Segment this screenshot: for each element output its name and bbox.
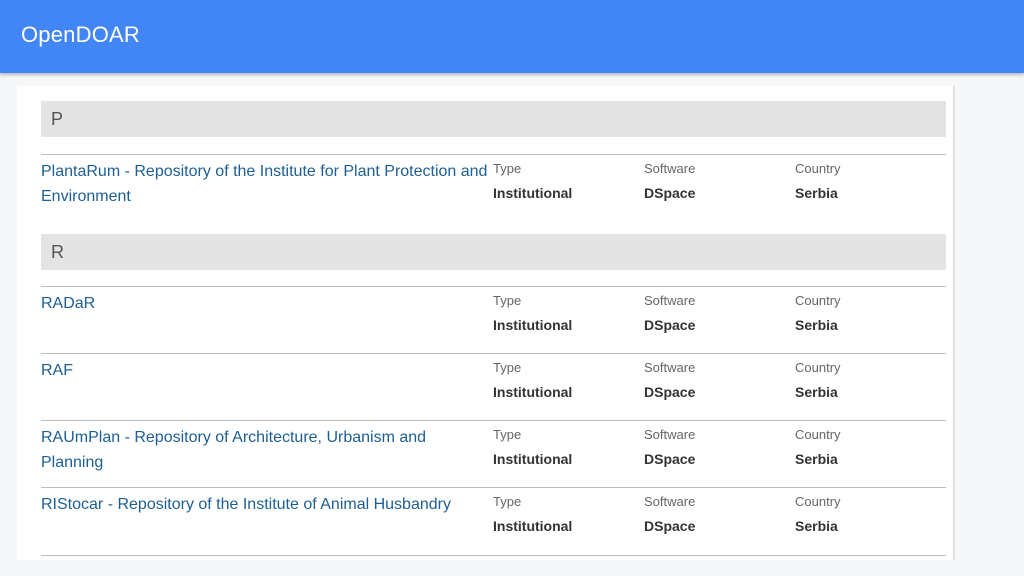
- type-label: Type: [493, 494, 522, 509]
- app-title[interactable]: OpenDOAR: [21, 22, 140, 48]
- section-header-r: R: [41, 234, 946, 270]
- type-value: Institutional: [493, 185, 573, 201]
- software-value: DSpace: [644, 317, 696, 333]
- app-header: OpenDOAR: [0, 0, 1024, 73]
- type-value: Institutional: [493, 384, 573, 400]
- country-label: Country: [795, 293, 841, 308]
- country-label: Country: [795, 161, 841, 176]
- software-value: DSpace: [644, 518, 696, 534]
- software-label: Software: [644, 161, 696, 176]
- country-value: Serbia: [795, 185, 838, 201]
- software-label: Software: [644, 360, 696, 375]
- type-value: Institutional: [493, 518, 573, 534]
- list-item: RIStocar - Repository of the Institute o…: [41, 487, 946, 556]
- repository-link[interactable]: RAF: [41, 358, 491, 383]
- repository-link[interactable]: RADaR: [41, 291, 491, 316]
- country-label: Country: [795, 494, 841, 509]
- type-label: Type: [493, 293, 522, 308]
- repository-link[interactable]: RIStocar - Repository of the Institute o…: [41, 492, 491, 517]
- country-value: Serbia: [795, 518, 838, 534]
- list-item: RAF Type Software Country Institutional …: [41, 353, 946, 421]
- country-value: Serbia: [795, 317, 838, 333]
- software-label: Software: [644, 293, 696, 308]
- section-header-p: P: [41, 101, 946, 137]
- software-label: Software: [644, 427, 696, 442]
- list-item: RAUmPlan - Repository of Architecture, U…: [41, 420, 946, 488]
- country-value: Serbia: [795, 451, 838, 467]
- country-value: Serbia: [795, 384, 838, 400]
- repository-link[interactable]: RAUmPlan - Repository of Architecture, U…: [41, 425, 491, 475]
- section-letter: P: [51, 109, 64, 129]
- software-value: DSpace: [644, 185, 696, 201]
- country-label: Country: [795, 360, 841, 375]
- software-label: Software: [644, 494, 696, 509]
- software-value: DSpace: [644, 384, 696, 400]
- list-item: PlantaRum - Repository of the Institute …: [41, 154, 946, 222]
- software-value: DSpace: [644, 451, 696, 467]
- repository-link[interactable]: PlantaRum - Repository of the Institute …: [41, 159, 491, 209]
- list-item: RADaR Type Software Country Institutiona…: [41, 286, 946, 354]
- type-value: Institutional: [493, 451, 573, 467]
- type-label: Type: [493, 427, 522, 442]
- type-value: Institutional: [493, 317, 573, 333]
- type-label: Type: [493, 161, 522, 176]
- country-label: Country: [795, 427, 841, 442]
- type-label: Type: [493, 360, 522, 375]
- section-letter: R: [51, 242, 64, 262]
- repository-list: P PlantaRum - Repository of the Institut…: [17, 86, 953, 560]
